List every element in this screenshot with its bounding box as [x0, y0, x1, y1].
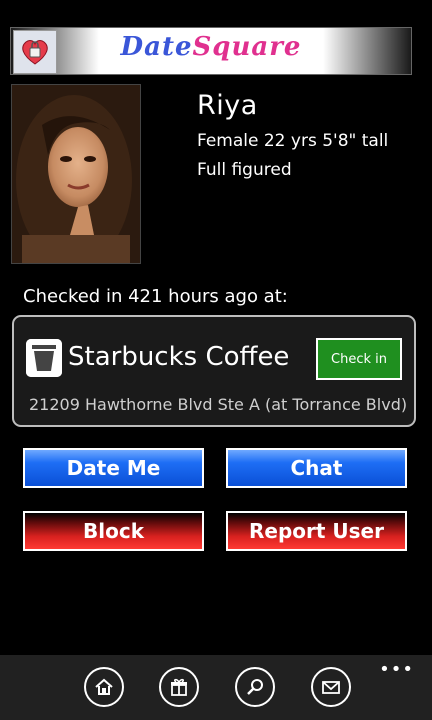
search-icon[interactable] [235, 667, 275, 707]
profile-build: Full figured [197, 160, 292, 180]
check-in-button[interactable]: Check in [316, 338, 402, 380]
more-options-icon[interactable]: ••• [379, 659, 414, 680]
venue-card[interactable]: Starbucks Coffee Check in 21209 Hawthorn… [12, 315, 416, 427]
home-icon[interactable] [84, 667, 124, 707]
chat-button[interactable]: Chat [226, 448, 407, 488]
date-me-button[interactable]: Date Me [23, 448, 204, 488]
mail-icon[interactable] [311, 667, 351, 707]
profile-photo[interactable] [11, 84, 141, 264]
profile-stats: Female 22 yrs 5'8" tall [197, 131, 389, 151]
app-title-part1: Date [120, 32, 193, 62]
report-user-button[interactable]: Report User [226, 511, 407, 551]
checked-in-label: Checked in 421 hours ago at: [23, 286, 288, 307]
block-button[interactable]: Block [23, 511, 204, 551]
app-title: DateSquare [11, 32, 411, 62]
cup-icon [26, 339, 62, 377]
app-title-part2: Square [192, 32, 302, 62]
app-header: DateSquare [10, 27, 412, 75]
profile-name: Riya [197, 90, 258, 121]
gift-icon[interactable] [159, 667, 199, 707]
venue-name: Starbucks Coffee [68, 342, 290, 372]
app-bar: ••• [0, 655, 432, 720]
venue-address: 21209 Hawthorne Blvd Ste A (at Torrance … [29, 395, 408, 414]
